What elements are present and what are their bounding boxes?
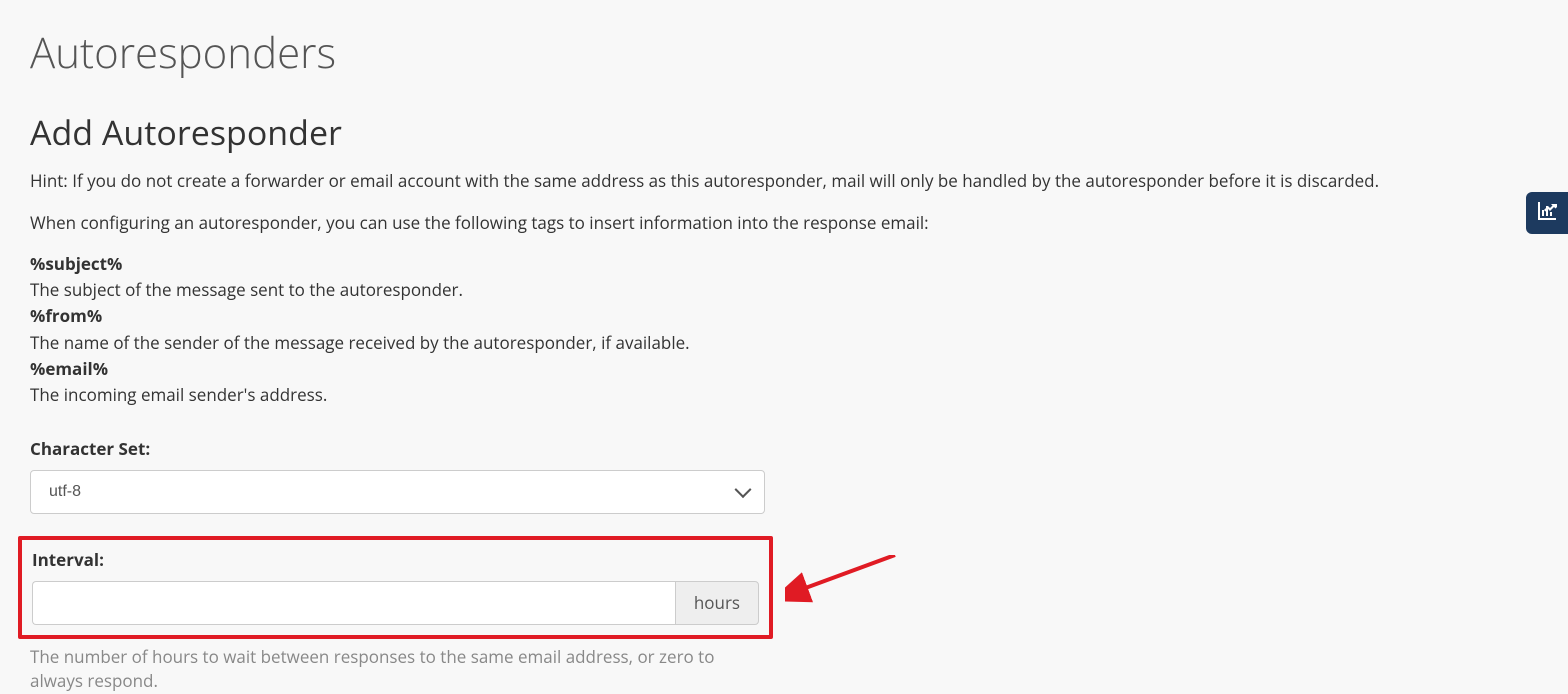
tag-from-desc: The name of the sender of the message re…: [30, 330, 1538, 356]
charset-label: Character Set:: [30, 437, 765, 460]
interval-highlight-box: Interval: hours: [18, 536, 773, 639]
tag-email-name: %email%: [30, 357, 108, 380]
tag-email-desc: The incoming email sender's address.: [30, 382, 1538, 408]
tags-block: %subject% The subject of the message sen…: [30, 251, 1538, 409]
chart-growth-icon: [1535, 199, 1559, 228]
interval-input[interactable]: [32, 581, 675, 625]
charset-select[interactable]: utf-8: [30, 470, 765, 514]
analytics-side-tab[interactable]: [1526, 192, 1568, 234]
tag-subject-desc: The subject of the message sent to the a…: [30, 277, 1538, 303]
hint-text: Hint: If you do not create a forwarder o…: [30, 169, 1538, 193]
interval-label: Interval:: [32, 548, 759, 571]
tag-subject-name: %subject%: [30, 252, 122, 275]
form-section: Character Set: utf-8: [30, 437, 765, 514]
section-title: Add Autoresponder: [30, 109, 1538, 155]
page-title: Autoresponders: [30, 24, 1538, 81]
interval-help-text: The number of hours to wait between resp…: [30, 645, 760, 694]
charset-select-wrapper: utf-8: [30, 470, 765, 514]
annotation-arrow: [785, 555, 905, 605]
tag-from-name: %from%: [30, 304, 102, 327]
interval-unit: hours: [675, 581, 759, 625]
intro-text: When configuring an autoresponder, you c…: [30, 211, 1538, 235]
interval-input-group: hours: [32, 581, 759, 625]
